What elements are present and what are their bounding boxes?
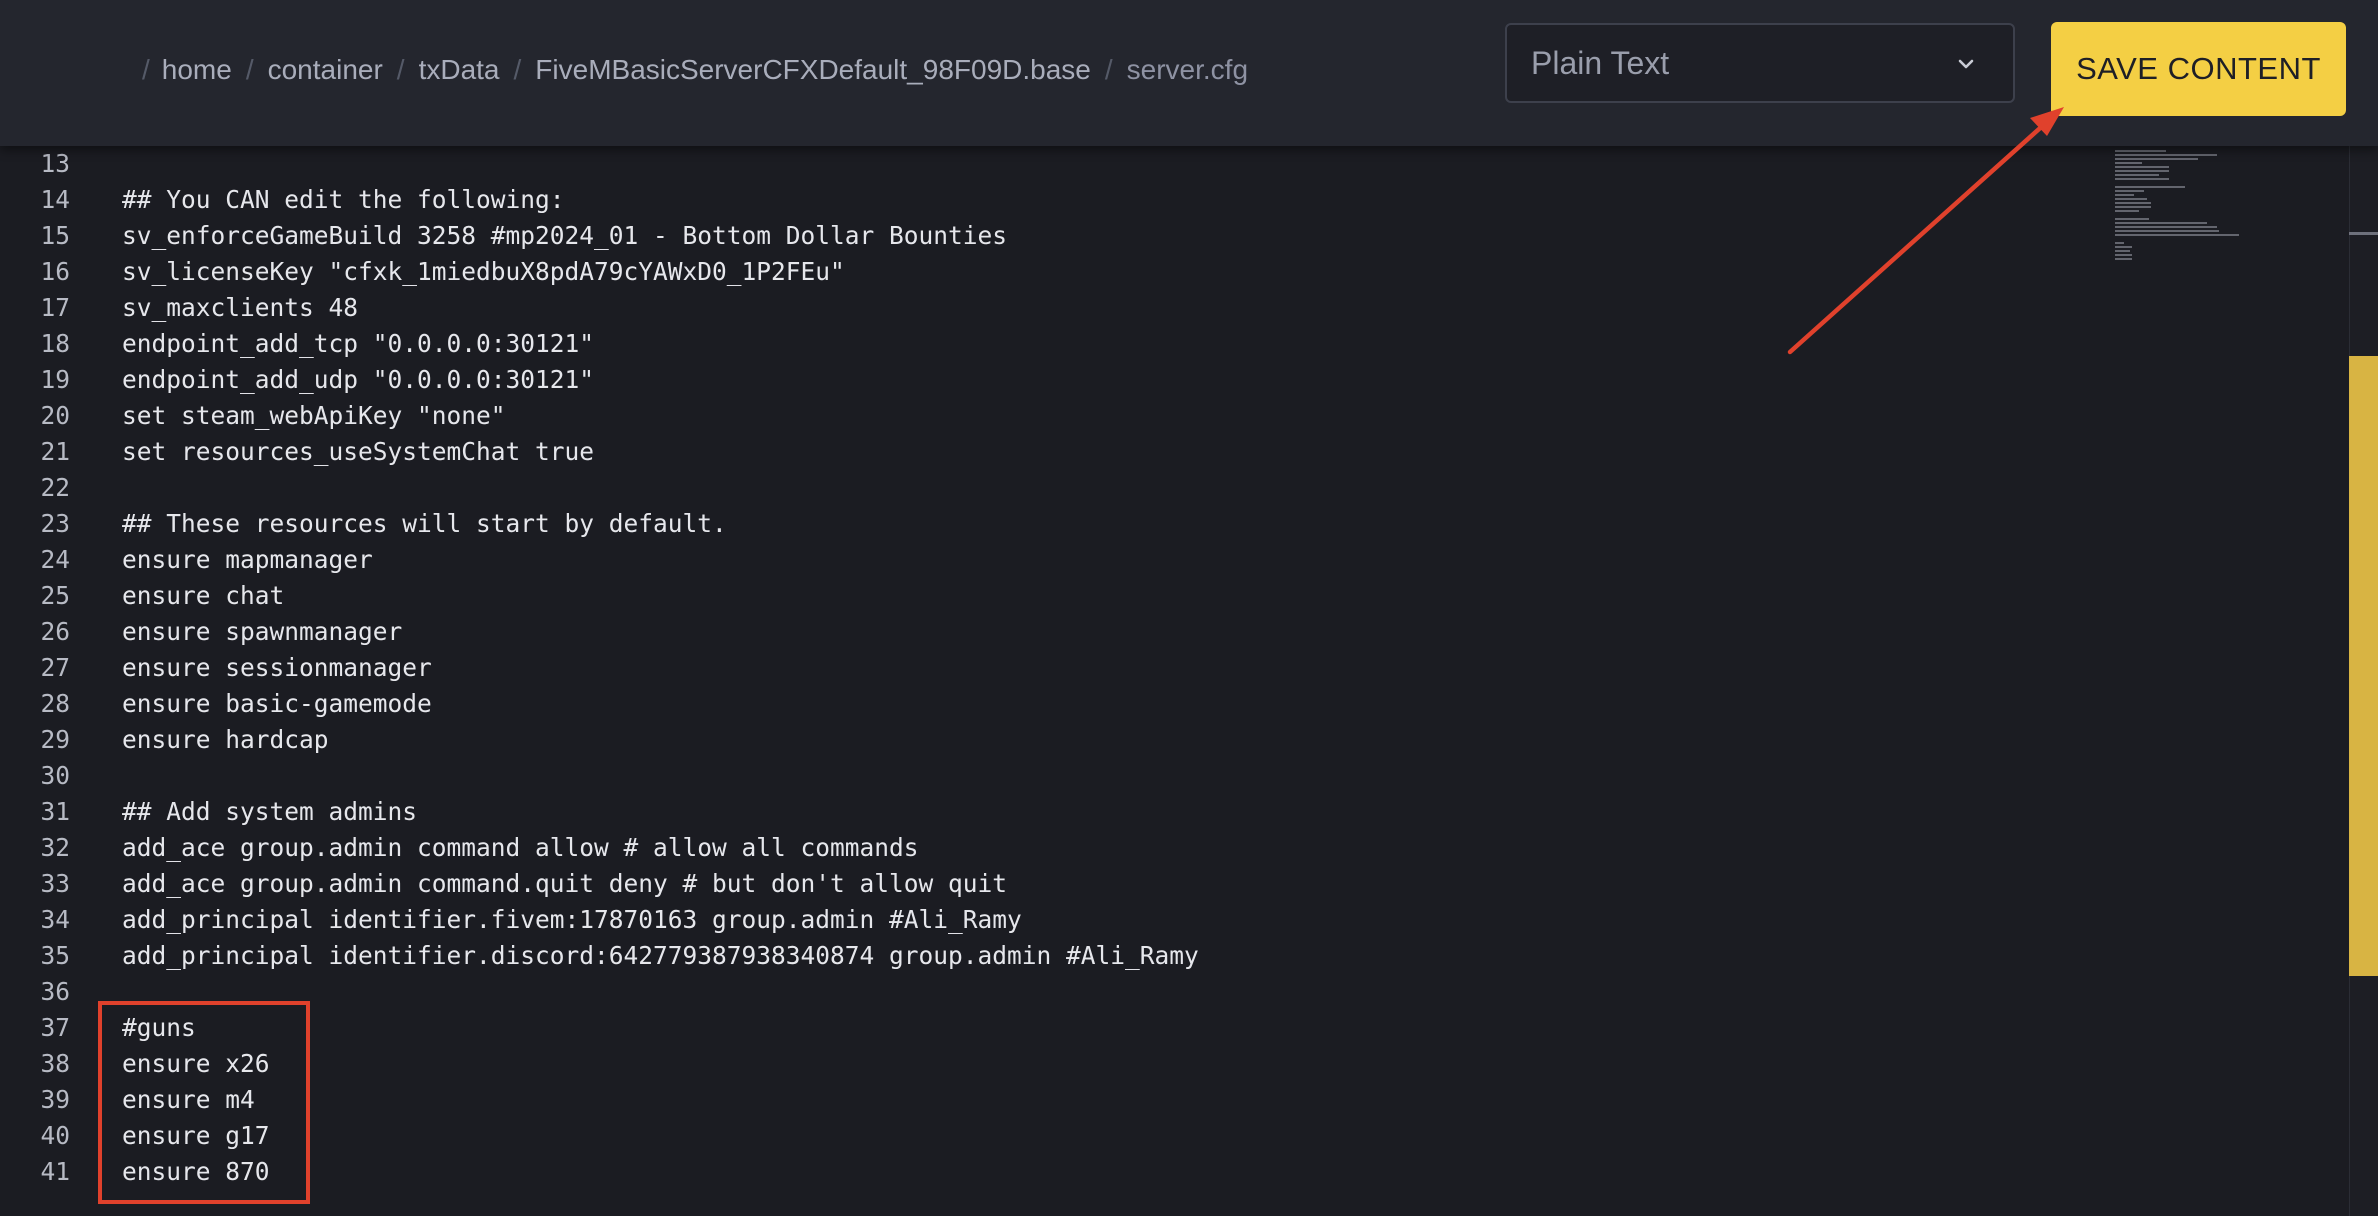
line-text[interactable]: add_principal identifier.fivem:17870163 … — [122, 902, 1022, 938]
line-number: 37 — [40, 1013, 70, 1042]
minimap-line — [2115, 254, 2132, 256]
breadcrumb-separator: / — [245, 54, 254, 85]
breadcrumb: / home / container / txData / FiveMBasic… — [142, 50, 1248, 90]
line-number: 39 — [40, 1085, 70, 1114]
minimap-line — [2115, 206, 2151, 208]
minimap-line — [2115, 150, 2166, 152]
line-text[interactable]: ensure mapmanager — [122, 542, 373, 578]
minimap-line — [2115, 210, 2139, 212]
chevron-down-icon — [1958, 59, 1974, 69]
line-text[interactable]: ensure sessionmanager — [122, 650, 432, 686]
annotation-highlight-box — [98, 1001, 310, 1204]
minimap-line — [2115, 246, 2132, 248]
line-number: 14 — [40, 185, 70, 214]
line-number: 23 — [40, 509, 70, 538]
scrollbar-overview-marker — [2349, 232, 2378, 235]
line-number: 33 — [40, 869, 70, 898]
app-window: / home / container / txData / FiveMBasic… — [0, 0, 2378, 1216]
line-number: 29 — [40, 725, 70, 754]
minimap-line — [2115, 258, 2132, 260]
line-number: 26 — [40, 617, 70, 646]
line-number: 17 — [40, 293, 70, 322]
minimap-line — [2115, 178, 2170, 180]
minimap-line — [2115, 194, 2134, 196]
line-number: 24 — [40, 545, 70, 574]
minimap-line — [2115, 222, 2207, 224]
line-number: 35 — [40, 941, 70, 970]
breadcrumb-separator: / — [396, 54, 405, 85]
breadcrumb-item-txdata[interactable]: txData — [419, 54, 500, 86]
minimap-line — [2115, 186, 2185, 188]
line-number: 40 — [40, 1121, 70, 1150]
line-number: 27 — [40, 653, 70, 682]
line-number: 34 — [40, 905, 70, 934]
line-number: 36 — [40, 977, 70, 1006]
line-number: 30 — [40, 761, 70, 790]
line-text[interactable]: add_ace group.admin command allow # allo… — [122, 830, 919, 866]
line-number: 13 — [40, 149, 70, 178]
header-bar: / home / container / txData / FiveMBasic… — [0, 0, 2378, 146]
breadcrumb-separator: / — [142, 54, 150, 85]
breadcrumb-separator: / — [1104, 54, 1113, 85]
minimap-line — [2115, 158, 2199, 160]
line-text[interactable]: add_ace group.admin command.quit deny # … — [122, 866, 1007, 902]
save-content-button[interactable]: SAVE CONTENT — [2051, 22, 2346, 116]
breadcrumb-separator: / — [513, 54, 522, 85]
minimap-line — [2115, 226, 2217, 228]
minimap-line — [2115, 174, 2160, 176]
line-number: 31 — [40, 797, 70, 826]
line-text[interactable]: sv_licenseKey "cfxk_1miedbuX8pdA79cYAWxD… — [122, 254, 845, 290]
line-text[interactable]: ensure chat — [122, 578, 284, 614]
line-number: 20 — [40, 401, 70, 430]
minimap-line — [2115, 162, 2143, 164]
line-text[interactable]: add_principal identifier.discord:6427793… — [122, 938, 1199, 974]
line-number: 41 — [40, 1157, 70, 1186]
line-number: 28 — [40, 689, 70, 718]
minimap-line — [2115, 218, 2149, 220]
minimap-line — [2115, 202, 2151, 204]
line-text[interactable]: endpoint_add_udp "0.0.0.0:30121" — [122, 362, 594, 398]
editor-minimap[interactable] — [2115, 146, 2265, 326]
line-number: 22 — [40, 473, 70, 502]
line-text[interactable]: ## You CAN edit the following: — [122, 182, 565, 218]
minimap-line — [2115, 230, 2219, 232]
minimap-line — [2115, 190, 2144, 192]
line-number: 38 — [40, 1049, 70, 1078]
minimap-line — [2115, 154, 2217, 156]
minimap-line — [2115, 166, 2170, 168]
line-number: 15 — [40, 221, 70, 250]
minimap-line — [2115, 234, 2240, 236]
line-text[interactable]: endpoint_add_tcp "0.0.0.0:30121" — [122, 326, 594, 362]
line-text[interactable]: ensure basic-gamemode — [122, 686, 432, 722]
language-mode-value: Plain Text — [1531, 44, 1670, 81]
line-number: 21 — [40, 437, 70, 466]
line-text[interactable]: ## Add system admins — [122, 794, 417, 830]
breadcrumb-item-current-file: server.cfg — [1126, 54, 1249, 85]
minimap-line — [2115, 170, 2170, 172]
line-number: 32 — [40, 833, 70, 862]
editor-scrollbar-thumb[interactable] — [2349, 356, 2378, 976]
breadcrumb-item-container[interactable]: container — [268, 54, 383, 86]
line-text[interactable]: set resources_useSystemChat true — [122, 434, 594, 470]
line-number: 19 — [40, 365, 70, 394]
minimap-line — [2115, 242, 2124, 244]
line-text[interactable]: ensure spawnmanager — [122, 614, 402, 650]
minimap-line — [2115, 198, 2148, 200]
line-text[interactable]: sv_maxclients 48 — [122, 290, 358, 326]
language-mode-select[interactable]: Plain Text — [1505, 23, 2015, 103]
line-number: 25 — [40, 581, 70, 610]
line-text[interactable]: sv_enforceGameBuild 3258 #mp2024_01 - Bo… — [122, 218, 1007, 254]
breadcrumb-item-home[interactable]: home — [162, 54, 232, 86]
line-text[interactable]: set steam_webApiKey "none" — [122, 398, 506, 434]
line-number: 18 — [40, 329, 70, 358]
breadcrumb-item-server-folder[interactable]: FiveMBasicServerCFXDefault_98F09D.base — [535, 54, 1091, 86]
code-editor[interactable]: 13 14 ## You CAN edit the following: 15 sv_e… — [0, 146, 2378, 1216]
minimap-line — [2115, 250, 2131, 252]
line-text[interactable]: ## These resources will start by default… — [122, 506, 727, 542]
line-number: 16 — [40, 257, 70, 286]
line-text[interactable]: ensure hardcap — [122, 722, 329, 758]
